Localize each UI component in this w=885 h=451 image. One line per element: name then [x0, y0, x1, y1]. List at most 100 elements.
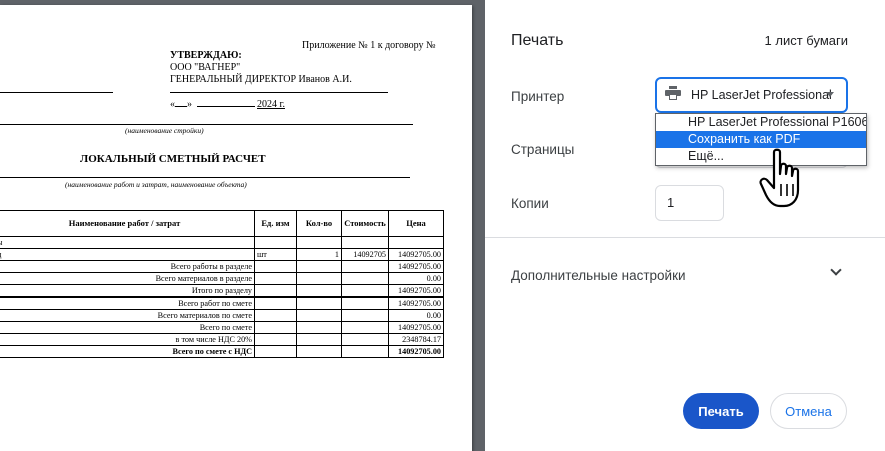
table-row: Всего материалов по смете 0.00 [0, 309, 444, 322]
table-cell-qty [296, 272, 342, 285]
table-cell-unit [254, 309, 297, 322]
table-cell-qty [296, 296, 342, 310]
table-cell-cost [341, 345, 389, 358]
column-header: Кол-во [296, 210, 342, 237]
table-cell-price: 0.00 [388, 309, 444, 322]
divider-line [0, 124, 413, 125]
printer-label: Принтер [511, 89, 565, 104]
table-cell-cost: 14092705 [341, 248, 389, 261]
approve-director: ГЕНЕРАЛЬНЫЙ ДИРЕКТОР Иванов А.И. [170, 74, 352, 85]
table-cell-qty [296, 284, 342, 298]
table-row: цшт11409270514092705.00 [0, 248, 444, 261]
divider-line [0, 177, 410, 178]
approval-date: «» 2024 г. [170, 99, 285, 110]
table-cell-unit [254, 321, 297, 334]
table-row: Всего по смете 14092705.00 [0, 321, 444, 334]
table-cell-price: 14092705.00 [388, 260, 444, 273]
printer-option[interactable]: Сохранить как PDF [656, 131, 866, 148]
print-settings-panel: Печать 1 лист бумаги Принтер HP LaserJet… [485, 0, 885, 451]
table-cell-cost [341, 284, 389, 298]
table-cell-name: Итого по разделу [0, 284, 255, 298]
caret-down-icon [826, 92, 834, 97]
chevron-down-icon [830, 264, 842, 276]
table-header-row: Наименование работ / затрат Ед. изм Кол-… [0, 210, 444, 237]
table-cell-price: 2348784.17 [388, 333, 444, 346]
table-row: ы [0, 236, 444, 249]
printer-select-value: HP LaserJet Professional [691, 88, 832, 102]
table-cell-qty [296, 345, 342, 358]
caption-works: (наименование работ и затрат, наименован… [65, 180, 247, 189]
table-cell-price [388, 236, 444, 249]
print-preview: Приложение № 1 к договору № УТВЕРЖДАЮ: О… [0, 0, 485, 451]
table-cell-qty: 1 [296, 248, 342, 261]
table-cell-unit [254, 272, 297, 285]
table-cell-price: 14092705.00 [388, 284, 444, 298]
table-cell-price: 14092705.00 [388, 321, 444, 334]
appendix-text: Приложение № 1 к договору № [302, 40, 436, 51]
table-cell-cost [341, 272, 389, 285]
table-cell-name: ц [0, 248, 255, 261]
table-cell-name: ы [0, 236, 255, 249]
table-cell-qty [296, 321, 342, 334]
table-cell-name: Всего по смете с НДС [0, 345, 255, 358]
table-cell-unit [254, 333, 297, 346]
table-cell-cost [341, 321, 389, 334]
approve-company: ООО "ВАГНЕР" [170, 62, 241, 73]
table-cell-qty [296, 309, 342, 322]
print-button[interactable]: Печать [683, 393, 759, 429]
divider-line [0, 92, 113, 93]
printer-icon [665, 85, 681, 105]
divider-line [170, 92, 388, 93]
table-cell-unit [254, 260, 297, 273]
table-cell-price: 14092705.00 [388, 345, 444, 358]
document-page: Приложение № 1 к договору № УТВЕРЖДАЮ: О… [0, 5, 472, 451]
table-cell-cost [341, 236, 389, 249]
cancel-button[interactable]: Отмена [770, 393, 847, 429]
printer-option[interactable]: HP LaserJet Professional P1606dn [656, 114, 866, 131]
table-cell-name: Всего работ по смете [0, 296, 255, 310]
section-divider [485, 237, 885, 238]
printer-select[interactable]: HP LaserJet Professional [655, 77, 848, 113]
table-cell-unit [254, 296, 297, 310]
table-cell-cost [341, 260, 389, 273]
table-cell-unit [254, 345, 297, 358]
table-cell-cost [341, 296, 389, 310]
approve-title: УТВЕРЖДАЮ: [170, 50, 242, 61]
copies-label: Копии [511, 196, 549, 211]
document-title: ЛОКАЛЬНЫЙ СМЕТНЫЙ РАСЧЕТ [80, 153, 266, 165]
table-cell-name: Всего материалов по смете [0, 309, 255, 322]
table-cell-price: 14092705.00 [388, 248, 444, 261]
table-cell-name: в том числе НДС 20% [0, 333, 255, 346]
copies-input[interactable]: 1 [655, 185, 724, 221]
column-header: Ед. изм [254, 210, 297, 237]
table-row: Всего материалов в разделе 0.00 [0, 272, 444, 285]
column-header: Цена [388, 210, 444, 237]
table-cell-price: 14092705.00 [388, 296, 444, 310]
table-cell-unit: шт [254, 248, 297, 261]
more-settings-toggle[interactable]: Дополнительные настройки [485, 255, 885, 295]
dialog-title: Печать [511, 32, 564, 49]
table-cell-name: Всего работы в разделе [0, 260, 255, 273]
column-header: Наименование работ / затрат [0, 210, 255, 237]
table-cell-name: Всего материалов в разделе [0, 272, 255, 285]
estimate-table: Наименование работ / затрат Ед. изм Кол-… [0, 210, 444, 358]
caption-construction: (наименование стройки) [125, 126, 204, 135]
column-header: Стоимость [341, 210, 389, 237]
table-cell-unit [254, 236, 297, 249]
table-cell-qty [296, 260, 342, 273]
table-cell-qty [296, 333, 342, 346]
table-cell-cost [341, 309, 389, 322]
more-settings-label: Дополнительные настройки [511, 268, 686, 283]
table-cell-qty [296, 236, 342, 249]
table-row: Всего работ по смете 14092705.00 [0, 296, 444, 310]
sheet-count: 1 лист бумаги [764, 33, 848, 48]
table-row: Всего работы в разделе 14092705.00 [0, 260, 444, 273]
table-cell-cost [341, 333, 389, 346]
table-row: Всего по смете с НДС 14092705.00 [0, 345, 444, 358]
table-cell-price: 0.00 [388, 272, 444, 285]
table-cell-unit [254, 284, 297, 298]
table-cell-name: Всего по смете [0, 321, 255, 334]
pages-label: Страницы [511, 142, 575, 157]
hand-pointer-icon [758, 148, 808, 215]
table-row: в том числе НДС 20% 2348784.17 [0, 333, 444, 346]
